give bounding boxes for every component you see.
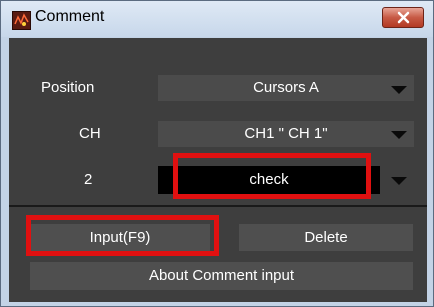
position-select[interactable]: Cursors A	[158, 75, 414, 101]
about-button-label: About Comment input	[148, 267, 295, 284]
input-highlight-box	[26, 215, 219, 256]
ch-dropdown-arrow-icon[interactable]	[391, 131, 407, 139]
ch-select[interactable]: CH1 " CH 1"	[158, 121, 414, 147]
comment-dropdown-arrow-icon[interactable]	[391, 177, 407, 185]
comment-dialog: Comment Position Cursors A CH CH1 " CH 1…	[0, 0, 434, 307]
position-dropdown-arrow-icon[interactable]	[391, 86, 407, 94]
position-label: Position	[41, 79, 95, 96]
ch-value: CH1 " CH 1"	[244, 125, 328, 142]
number-label: 2	[84, 171, 93, 188]
dialog-content: Position Cursors A CH CH1 " CH 1" 2 chec…	[9, 38, 427, 302]
position-value: Cursors A	[253, 79, 319, 96]
ch-label: CH	[79, 125, 101, 142]
close-icon	[397, 11, 410, 24]
delete-button-label: Delete	[304, 229, 348, 246]
divider	[9, 205, 427, 207]
app-icon	[12, 11, 31, 30]
close-button[interactable]	[382, 7, 424, 28]
title-bar[interactable]: Comment	[1, 1, 433, 37]
window-title: Comment	[35, 8, 105, 25]
comment-highlight-box	[173, 153, 371, 199]
about-button[interactable]: About Comment input	[30, 262, 413, 290]
delete-button[interactable]: Delete	[239, 224, 413, 251]
